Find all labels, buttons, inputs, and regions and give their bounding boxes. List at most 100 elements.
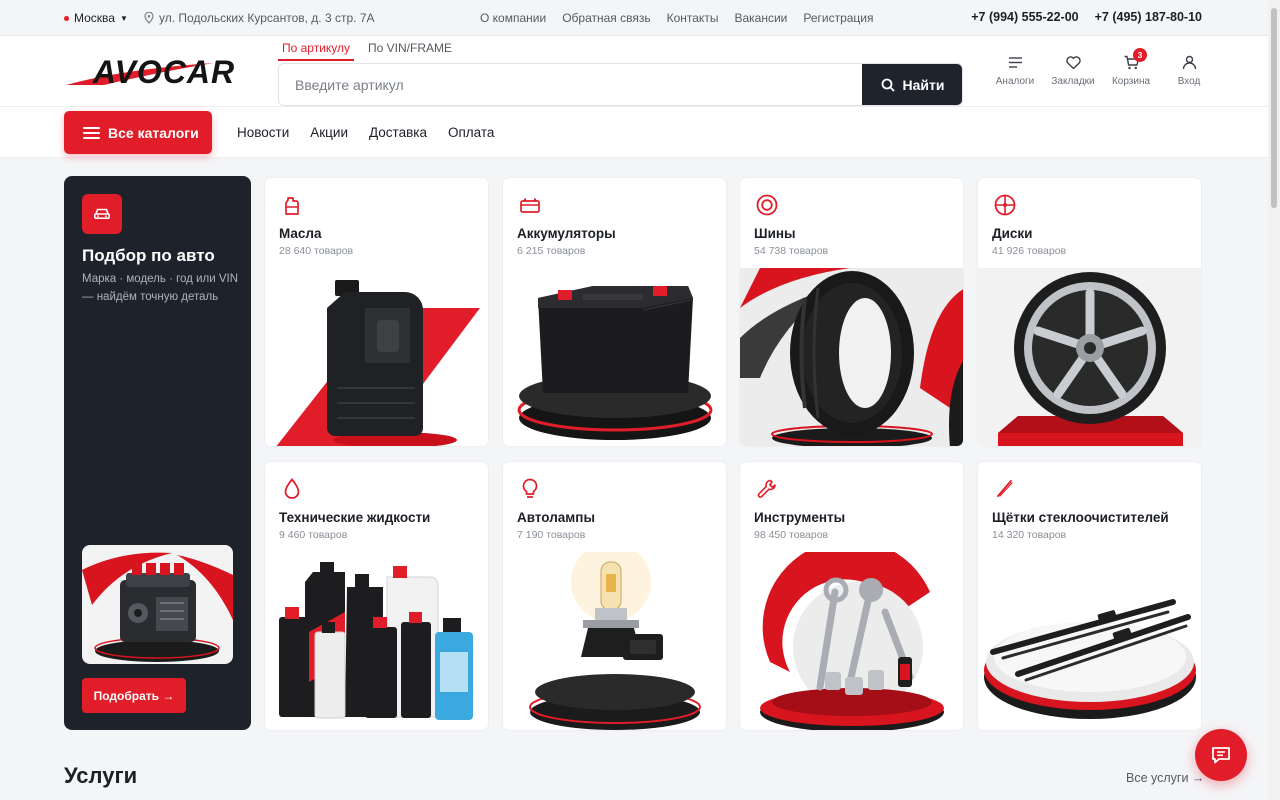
category-count: 54 738 товаров: [754, 245, 829, 257]
oil-canister-icon: [285, 197, 299, 215]
rim-image: [978, 268, 1201, 446]
category-count: 7 190 товаров: [517, 529, 586, 541]
nav-link-promotions[interactable]: Акции: [310, 125, 348, 140]
cart-badge: 3: [1133, 48, 1147, 62]
category-card-wipers[interactable]: Щётки стеклоочистителей 14 320 товаров: [977, 461, 1202, 731]
menu-icon: [83, 126, 100, 139]
main-nav-links: Новости Акции Доставка Оплата: [237, 125, 494, 140]
cart-button[interactable]: 3 Корзина: [1102, 48, 1160, 87]
login-button[interactable]: Вход: [1160, 54, 1218, 87]
category-card-oils[interactable]: Масла 28 640 товаров: [264, 177, 489, 447]
top-bar: Москва ▼ ул. Подольских Курсантов, д. 3 …: [0, 0, 1268, 36]
category-count: 41 926 товаров: [992, 245, 1067, 257]
tab-by-article[interactable]: По артикулу: [278, 40, 355, 61]
page-scrollbar[interactable]: [1268, 0, 1280, 800]
top-link-contacts[interactable]: Контакты: [667, 11, 719, 25]
category-title: Инструменты: [754, 510, 846, 525]
category-count: 14 320 товаров: [992, 529, 1067, 541]
promo-description: Марка · модель · год или VIN — найдём то…: [82, 273, 239, 303]
wheel-rim-icon: [994, 194, 1016, 216]
phone-1[interactable]: +7 (994) 555-22-00: [971, 10, 1078, 24]
lamp-image: [503, 552, 726, 730]
category-title: Автолампы: [517, 510, 595, 525]
avocar-logo[interactable]: AVOCAR: [64, 55, 264, 89]
category-title: Технические жидкости: [279, 510, 431, 525]
wiper-icon: [997, 480, 1013, 497]
battery-image: [503, 268, 726, 446]
bookmarks-label: Закладки: [1051, 76, 1095, 87]
city-label: Москва: [74, 11, 115, 25]
category-count: 98 450 товаров: [754, 529, 829, 541]
chevron-down-icon: ▼: [119, 13, 128, 23]
scrollbar-thumb[interactable]: [1271, 8, 1277, 208]
map-pin-icon: [144, 12, 154, 24]
category-title: Масла: [279, 226, 322, 241]
top-link-registration[interactable]: Регистрация: [803, 11, 873, 25]
nav-link-delivery[interactable]: Доставка: [369, 125, 427, 140]
category-count: 6 215 товаров: [517, 245, 586, 257]
category-count: 28 640 товаров: [279, 245, 354, 257]
wrench-icon: [757, 479, 776, 498]
phone-2[interactable]: +7 (495) 187-80-10: [1095, 10, 1202, 24]
category-title: Диски: [992, 226, 1033, 241]
promo-title: Подбор по авто: [82, 246, 215, 265]
engine-image: [82, 545, 233, 664]
category-title: Щётки стеклоочистителей: [992, 510, 1169, 525]
top-link-feedback[interactable]: Обратная связь: [562, 11, 650, 25]
car-icon: [82, 194, 122, 234]
top-link-about[interactable]: О компании: [480, 11, 546, 25]
category-card-tools[interactable]: Инструменты 98 450 товаров: [739, 461, 964, 731]
address-text: ул. Подольских Курсантов, д. 3 стр. 7А: [159, 11, 375, 25]
battery-icon: [520, 198, 540, 213]
category-title: Шины: [754, 226, 796, 241]
bulb-icon: [522, 478, 538, 498]
main-navbar: Все каталоги Новости Акции Доставка Опла…: [0, 107, 1268, 158]
heart-icon: [1065, 56, 1081, 70]
tools-image: [740, 552, 963, 730]
all-catalogs-button[interactable]: Все каталоги: [64, 111, 212, 154]
list-icon: [1008, 57, 1022, 68]
category-card-lamps[interactable]: Автолампы 7 190 товаров: [502, 461, 727, 731]
nav-link-news[interactable]: Новости: [237, 125, 289, 140]
category-card-rims[interactable]: Диски 41 926 товаров: [977, 177, 1202, 447]
search-box: Найти: [278, 63, 963, 106]
city-selector[interactable]: Москва ▼: [64, 11, 128, 25]
fluids-image: [265, 552, 488, 730]
category-card-batteries[interactable]: Аккумуляторы 6 215 товаров: [502, 177, 727, 447]
header: AVOCAR По артикулу По VIN/FRAME Найти Ан…: [0, 36, 1268, 107]
category-card-fluids[interactable]: Технические жидкости 9 460 товаров: [264, 461, 489, 731]
all-catalogs-label: Все каталоги: [108, 124, 199, 141]
bookmarks-button[interactable]: Закладки: [1044, 54, 1102, 87]
header-actions: Аналоги Закладки 3 Корзина Вход: [986, 48, 1218, 87]
search-icon: [881, 78, 894, 91]
car-selection-promo: Подбор по авто Марка · модель · год или …: [64, 176, 251, 730]
tire-image: [740, 268, 963, 446]
select-button[interactable]: Подобрать →: [82, 678, 186, 713]
drop-icon: [284, 478, 300, 499]
chat-icon: [1212, 747, 1230, 764]
oil-canister-image: [265, 268, 488, 446]
category-count: 9 460 товаров: [279, 529, 348, 541]
top-nav: О компании Обратная связь Контакты Вакан…: [480, 11, 874, 25]
store-address: ул. Подольских Курсантов, д. 3 стр. 7А: [144, 11, 375, 25]
analogs-button[interactable]: Аналоги: [986, 54, 1044, 87]
search-mode-tabs: По артикулу По VIN/FRAME: [278, 40, 456, 61]
search-input[interactable]: [279, 64, 862, 105]
category-card-tires[interactable]: Шины 54 738 товаров: [739, 177, 964, 447]
phones: +7 (994) 555-22-00 +7 (495) 187-80-10: [971, 10, 1202, 24]
user-icon: [1182, 55, 1196, 70]
city-dot-icon: [64, 15, 69, 21]
top-link-vacancies[interactable]: Вакансии: [734, 11, 787, 25]
all-services-link[interactable]: Все услуги →: [1126, 771, 1204, 785]
login-label: Вход: [1177, 76, 1201, 87]
logo-text: AVOCAR: [92, 55, 235, 89]
analogs-label: Аналоги: [995, 76, 1035, 87]
cart-label: Корзина: [1111, 76, 1151, 87]
search-button[interactable]: Найти: [862, 64, 962, 105]
nav-link-payment[interactable]: Оплата: [448, 125, 494, 140]
services-heading: Услуги: [64, 763, 138, 788]
category-title: Аккумуляторы: [517, 226, 616, 241]
tab-by-vin[interactable]: По VIN/FRAME: [364, 40, 456, 61]
tire-icon: [756, 194, 778, 216]
chat-button[interactable]: [1195, 729, 1247, 781]
